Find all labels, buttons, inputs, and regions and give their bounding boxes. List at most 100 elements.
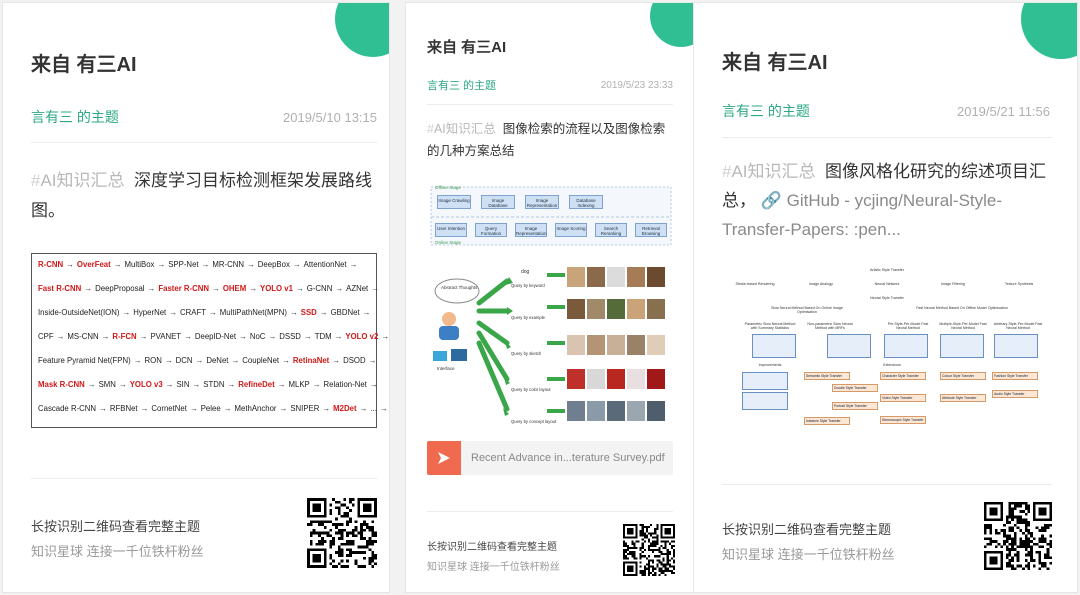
diagram-label: Query by keyword — [511, 283, 545, 288]
qr-code[interactable] — [623, 524, 675, 576]
roadmap-item: OverFeat — [76, 260, 111, 269]
roadmap-row: Cascade R-CNN → RFBNet → CornetNet → Pelee → Met… — [38, 404, 388, 413]
corner-decoration — [335, 3, 389, 57]
reference-box — [742, 392, 788, 410]
roadmap-item: DeepBox — [257, 260, 290, 269]
tree-box: Stereoscopic Style Transfer — [880, 416, 926, 424]
arrow-icon: → — [223, 404, 232, 413]
post-text: #AI知识汇总 图像风格化研究的综述项目汇总， 🔗 GitHub - ycjin… — [722, 162, 1046, 239]
arrow-icon: → — [195, 356, 204, 365]
divider — [427, 511, 673, 512]
roadmap-item: MethAnchor — [234, 404, 277, 413]
roadmap-item: SNIPER — [290, 404, 320, 413]
tree-node: Arbitrary-Style-Per-Model Fast Neural Me… — [993, 322, 1043, 330]
roadmap-item: ... — [370, 404, 377, 413]
arrow-icon: → — [359, 404, 368, 413]
diagram-label: Offline Stage — [435, 185, 461, 190]
topic-link[interactable]: 言有三 的主题 — [427, 77, 496, 93]
result-thumbnail — [647, 267, 665, 287]
arrow-icon: → — [369, 380, 378, 389]
attachment-pdf[interactable]: Recent Advance in...terature Survey.pdf — [427, 441, 673, 475]
roadmap-item: RFBNet — [109, 404, 138, 413]
roadmap-item: MS-CNN — [67, 332, 99, 341]
roadmap-item: Pelee — [200, 404, 221, 413]
roadmap-item: YOLO v2 — [345, 332, 379, 341]
result-thumbnail — [647, 401, 665, 421]
roadmap-item: RON — [144, 356, 162, 365]
reference-box — [752, 334, 796, 358]
roadmap-row: Feature Pyramid Net(FPN) → RON → DCN → DeNet → C… — [38, 356, 376, 365]
topic-link[interactable]: 言有三 的主题 — [722, 101, 810, 121]
tree-node: Per-Style-Per-Model Fast Neural Method — [887, 322, 929, 330]
diagram-label: Interface — [437, 366, 455, 371]
arrow-icon: → — [282, 356, 290, 365]
pdf-icon — [427, 441, 461, 475]
hashtag[interactable]: #AI知识汇总 — [31, 171, 125, 190]
result-thumbnail — [647, 299, 665, 319]
tree-box: Fashion Style Transfer — [992, 372, 1038, 380]
reference-box — [884, 334, 928, 358]
roadmap-item: YOLO v1 — [260, 284, 293, 293]
card-source: 来自 有三AI — [722, 52, 828, 74]
attachment-name: Recent Advance in...terature Survey.pdf — [471, 452, 665, 464]
roadmap-item: CoupleNet — [242, 356, 280, 365]
diagram-label: Query by color layout — [511, 387, 551, 392]
result-thumbnail — [587, 335, 605, 355]
result-thumbnail — [627, 267, 645, 287]
card-footer: 长按识别二维码查看完整主题 知识星球 连接一千位铁杆粉丝 — [427, 538, 560, 573]
tree-node: Parametric Slow Neural Method with Summa… — [744, 322, 796, 330]
result-thumbnail — [587, 401, 605, 421]
roadmap-item: Relation-Net — [323, 380, 367, 389]
roadmap-item: DeepID-Net — [194, 332, 237, 341]
flow-box: Query Formation — [475, 223, 507, 237]
hashtag[interactable]: #AI知识汇总 — [427, 122, 496, 136]
footer-line-1: 长按识别二维码查看完整主题 — [722, 522, 892, 537]
card-footer: 长按识别二维码查看完整主题 知识星球 连接一千位铁杆粉丝 — [722, 519, 895, 563]
roadmap-item: Mask R-CNN — [38, 380, 85, 389]
arrow-icon: → — [201, 260, 210, 269]
qr-code[interactable] — [984, 502, 1052, 570]
diagram-label: Abstract Thoughts — [441, 285, 478, 290]
roadmap-row: Mask R-CNN → SMN → YOLO v3 → SIN → STDN → RefineDe… — [38, 380, 378, 389]
tree-node: Multiple-Style-Per-Model Fast Neural Met… — [939, 322, 987, 330]
tree-box: Semantic Style Transfer — [804, 372, 850, 380]
arrow-icon: → — [268, 332, 277, 341]
tree-node: Image Filtering — [941, 282, 965, 286]
flow-box: Image Scoring — [555, 223, 587, 237]
roadmap-item: DeNet — [206, 356, 229, 365]
roadmap-item: MR-CNN — [212, 260, 244, 269]
roadmap-item: SIN — [176, 380, 190, 389]
result-thumbnail — [627, 369, 645, 389]
roadmap-item: HyperNet — [133, 308, 167, 317]
corner-decoration — [650, 3, 694, 47]
arrow-icon: → — [279, 404, 288, 413]
roadmap-item: RefineDet — [238, 380, 275, 389]
result-thumbnail — [647, 335, 665, 355]
corner-decoration — [1021, 3, 1077, 59]
arrow-icon: → — [368, 356, 377, 365]
roadmap-item: SMN — [98, 380, 116, 389]
roadmap-item: Faster R-CNN — [158, 284, 210, 293]
arrow-icon: → — [292, 260, 301, 269]
roadmap-item: DSOD — [343, 356, 366, 365]
diagram-label: Online Stage — [435, 240, 462, 245]
arrow-icon: → — [84, 284, 93, 293]
arrow-icon: → — [157, 260, 166, 269]
tree-node: Image Analogy — [809, 282, 833, 286]
roadmap-row: R-CNN → OverFeat → MultiBox → SPP-Net → MR-CNN → D… — [38, 260, 372, 269]
arrow-icon: → — [169, 308, 177, 317]
topic-link[interactable]: 言有三 的主题 — [31, 107, 119, 127]
card-source: 来自 有三AI — [427, 39, 507, 56]
detection-roadmap-image[interactable]: R-CNN → OverFeat → MultiBox → SPP-Net → MR-CNN → D… — [31, 253, 389, 428]
roadmap-item: CRAFT — [180, 308, 206, 317]
qr-code[interactable] — [307, 498, 377, 568]
hashtag[interactable]: #AI知识汇总 — [722, 162, 816, 181]
post-text: #AI知识汇总 深度学习目标检测框架发展路线图。 — [31, 171, 372, 220]
roadmap-row: Fast R-CNN → DeepProposal → Faster R-CNN → OHE… — [38, 284, 379, 293]
post-time: 2019/5/21 11:56 — [956, 103, 1050, 119]
tree-node: Stroke-based Rendering — [735, 282, 775, 286]
result-thumbnail — [567, 401, 585, 421]
tree-box: Video Style Transfer — [880, 394, 926, 402]
retrieval-flow-image[interactable]: Offline Stage Online Stage Image Crawling I… — [427, 183, 673, 430]
style-transfer-tree-image[interactable]: Artistic Style Transfer Stroke-based Rend… — [722, 262, 1052, 442]
